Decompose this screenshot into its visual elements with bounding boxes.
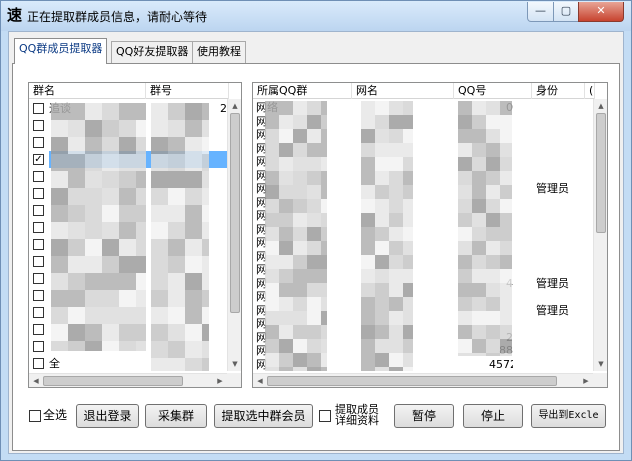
column-header-group-name[interactable]: 群名 <box>29 83 146 99</box>
row-checkbox[interactable] <box>33 137 44 148</box>
tab-qq-friend-extractor[interactable]: QQ好友提取器 <box>111 41 194 63</box>
row-checkbox[interactable] <box>33 188 44 199</box>
title-bar[interactable]: 速 正在提取群成员信息，请耐心等待 — ▢ ✕ <box>1 1 631 31</box>
member-qq-cell: 4572 <box>489 357 513 371</box>
extract-detail-line2: 详细资料 <box>335 414 379 427</box>
row-checkbox[interactable] <box>33 341 44 352</box>
stop-button[interactable]: 停止 <box>463 404 523 428</box>
group-list-vscroll[interactable]: ▲ ▼ <box>227 99 241 371</box>
member-list-hscroll[interactable]: ◀ ▶ <box>253 373 593 387</box>
close-button[interactable]: ✕ <box>578 2 624 22</box>
table-row[interactable]: 全 <box>29 355 241 372</box>
pause-button[interactable]: 暂停 <box>394 404 454 428</box>
column-header-nickname[interactable]: 网名 <box>352 83 454 99</box>
extract-detail-checkbox[interactable] <box>319 409 333 422</box>
member-role-cell <box>536 357 586 372</box>
scroll-right-icon[interactable]: ▶ <box>213 374 227 387</box>
select-all-checkbox[interactable]: 全选 <box>29 409 67 422</box>
maximize-icon: ▢ <box>560 4 572 17</box>
maximize-button[interactable]: ▢ <box>553 2 579 22</box>
checkbox-icon[interactable] <box>29 409 41 422</box>
group-name-cell: 全 <box>49 357 60 370</box>
row-checkbox[interactable] <box>33 103 44 114</box>
window-title: 正在提取群成员信息，请耐心等待 <box>27 10 208 24</box>
column-header-role[interactable]: 身份 <box>532 83 585 99</box>
row-checkbox[interactable] <box>33 358 44 369</box>
extract-selected-members-button[interactable]: 提取选中群会员 <box>214 404 313 428</box>
collect-groups-button[interactable]: 采集群 <box>145 404 207 428</box>
row-checkbox[interactable] <box>33 171 44 182</box>
scroll-right-icon[interactable]: ▶ <box>579 374 593 387</box>
tab-tutorial[interactable]: 使用教程 <box>192 41 246 63</box>
scroll-thumb[interactable] <box>43 376 183 386</box>
select-all-label: 全选 <box>43 408 68 422</box>
app-logo-icon: 速 <box>7 6 23 24</box>
column-header-extra[interactable]: ( <box>585 83 595 99</box>
column-header-group-number[interactable]: 群号 <box>146 83 229 99</box>
member-list-vscroll[interactable]: ▲ ▼ <box>593 99 607 371</box>
row-checkbox[interactable] <box>33 120 44 131</box>
extract-detail-label: 提取成员 详细资料 <box>335 404 379 426</box>
member-list-header: 所属QQ群 网名 QQ号 身份 ( <box>253 83 595 99</box>
row-checkbox[interactable] <box>33 290 44 301</box>
close-icon: ✕ <box>596 4 606 17</box>
logout-button[interactable]: 退出登录 <box>76 404 139 428</box>
client-area: QQ群成员提取器 QQ好友提取器 使用教程 群名 群号 追谈2✓全博友如果的36… <box>8 31 624 454</box>
tab-panel: 群名 群号 追谈2✓全博友如果的36 ▲ ▼ ◀ ▶ <box>12 63 620 451</box>
scroll-down-icon[interactable]: ▼ <box>594 357 607 371</box>
member-list[interactable]: 所属QQ群 网名 QQ号 身份 ( 网络0网网网网网网管理员网网网网网网网4管理… <box>252 82 608 388</box>
column-header-qq[interactable]: QQ号 <box>454 83 532 99</box>
scroll-left-icon[interactable]: ◀ <box>253 374 267 387</box>
scroll-thumb[interactable] <box>230 113 240 313</box>
app-window: 速 正在提取群成员信息，请耐心等待 — ▢ ✕ QQ群成员提取器 QQ好友提取器… <box>0 0 632 461</box>
row-checkbox[interactable] <box>33 239 44 250</box>
column-header-group[interactable]: 所属QQ群 <box>253 83 352 99</box>
minimize-button[interactable]: — <box>527 2 554 22</box>
row-checkbox[interactable] <box>33 205 44 216</box>
minimize-icon: — <box>535 4 546 17</box>
scroll-left-icon[interactable]: ◀ <box>29 374 43 387</box>
checkbox-icon[interactable] <box>319 409 331 422</box>
export-excel-button[interactable]: 导出到Excle <box>531 404 606 428</box>
scroll-thumb[interactable] <box>267 376 557 386</box>
row-checkbox[interactable] <box>33 222 44 233</box>
group-list-header: 群名 群号 <box>29 83 229 99</box>
scroll-corner <box>593 373 607 387</box>
group-list-hscroll[interactable]: ◀ ▶ <box>29 373 227 387</box>
row-checkbox[interactable]: ✓ <box>33 154 44 165</box>
tab-qq-group-extractor[interactable]: QQ群成员提取器 <box>14 38 108 64</box>
row-checkbox[interactable] <box>33 273 44 284</box>
scroll-up-icon[interactable]: ▲ <box>228 99 241 113</box>
row-checkbox[interactable] <box>33 307 44 318</box>
group-list[interactable]: 群名 群号 追谈2✓全博友如果的36 ▲ ▼ ◀ ▶ <box>28 82 242 388</box>
row-checkbox[interactable] <box>33 256 44 267</box>
scroll-corner <box>227 373 241 387</box>
row-checkbox[interactable] <box>33 324 44 335</box>
scroll-up-icon[interactable]: ▲ <box>594 99 607 113</box>
scroll-down-icon[interactable]: ▼ <box>228 357 241 371</box>
scroll-thumb[interactable] <box>596 113 606 233</box>
